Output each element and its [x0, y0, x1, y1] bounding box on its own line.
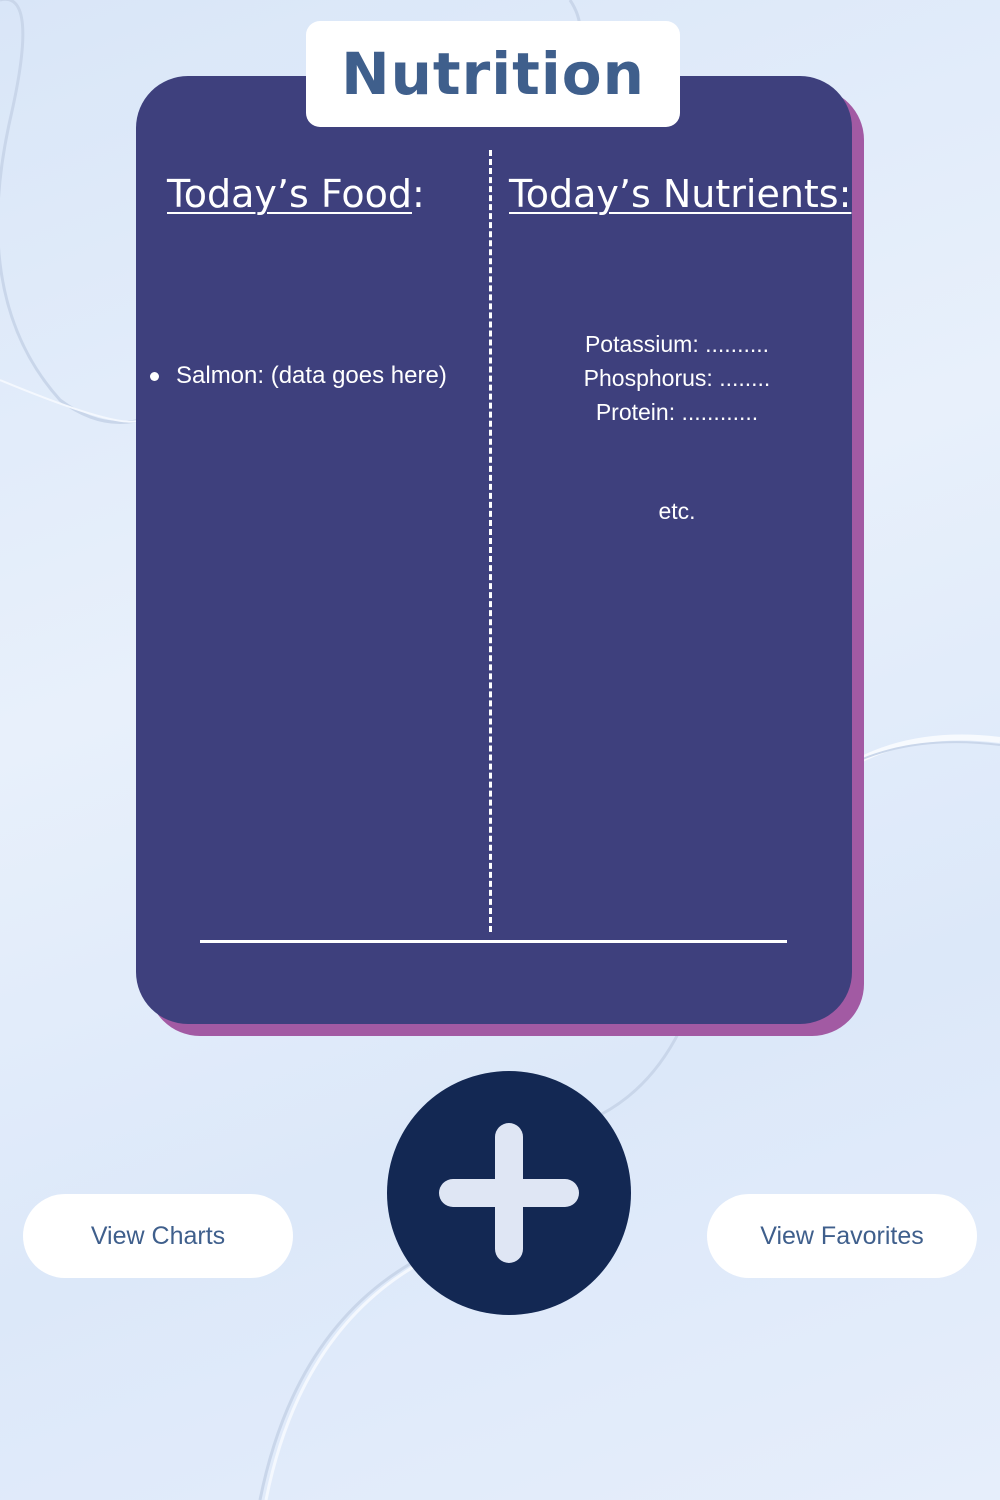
view-charts-button[interactable]: View Charts	[23, 1194, 293, 1278]
food-column-heading: Today’s Food:	[167, 172, 425, 216]
nutrients-more: etc.	[658, 498, 696, 524]
plus-icon	[439, 1123, 579, 1263]
view-favorites-button[interactable]: View Favorites	[707, 1194, 977, 1278]
card-bottom-line	[200, 940, 787, 943]
bullet-icon	[150, 371, 159, 381]
food-list: Salmon: (data goes here)	[148, 362, 447, 390]
title-box: Nutrition	[306, 21, 680, 127]
page-title: Nutrition	[341, 40, 645, 108]
food-item-label: Salmon: (data goes here)	[176, 362, 447, 389]
nutrition-card	[136, 76, 852, 1024]
food-heading-colon: :	[411, 172, 425, 216]
list-item[interactable]: Salmon: (data goes here)	[148, 362, 447, 390]
nutrients-column-heading: Today’s Nutrients:	[509, 172, 851, 216]
nutrients-heading-text: Today’s Nutrients:	[509, 172, 852, 216]
nutrient-list: Potassium: .......... Phosphorus: ......…	[520, 327, 834, 429]
food-heading-text: Today’s Food	[167, 172, 412, 216]
nutrient-item-protein: Protein: ............	[595, 399, 759, 425]
column-divider	[489, 150, 492, 932]
nutrient-item-potassium: Potassium: ..........	[584, 331, 770, 357]
add-food-button[interactable]	[387, 1071, 631, 1315]
nutrient-item-phosphorus: Phosphorus: ........	[583, 365, 771, 391]
